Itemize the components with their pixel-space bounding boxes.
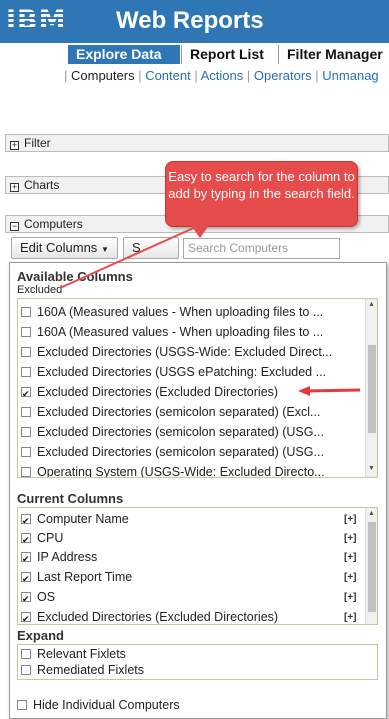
expand-heading: Expand <box>17 628 64 643</box>
checkbox[interactable] <box>21 649 31 659</box>
list-item-label: Operating System (USGS-Wide: Excluded Di… <box>37 465 325 478</box>
add-column-button[interactable]: [+] <box>344 552 357 563</box>
tab-filter-manager[interactable]: Filter Manager <box>278 45 389 64</box>
list-item[interactable]: Remediated Fixlets <box>21 661 144 679</box>
app-title: Web Reports <box>116 7 264 34</box>
expand-list[interactable]: Relevant Fixlets Remediated Fixlets <box>17 644 378 680</box>
current-columns-list[interactable]: Computer Name CPU IP Address Last Report… <box>17 507 378 625</box>
list-item-label: Excluded Directories (USGS-Wide: Exclude… <box>37 345 333 359</box>
list-item-label: Excluded Directories (USGS ePatching: Ex… <box>37 365 327 379</box>
list-item[interactable]: IP Address <box>21 548 98 568</box>
list-item-label: Excluded Directories (semicolon separate… <box>37 405 321 419</box>
list-item[interactable]: Excluded Directories (semicolon separate… <box>21 443 324 461</box>
hide-individual-computers-label: Hide Individual Computers <box>33 698 180 712</box>
checkbox-checked[interactable] <box>21 531 31 549</box>
sub-navigation: | Computers | Content | Actions | Operat… <box>64 68 379 83</box>
list-item-label: Excluded Directories (Excluded Directori… <box>37 385 279 399</box>
subnav-computers[interactable]: Computers <box>71 68 135 83</box>
list-item[interactable]: 160A (Measured values - When uploading f… <box>21 323 323 341</box>
list-item-label: Excluded Directories (Excluded Directori… <box>37 610 279 624</box>
checkbox[interactable] <box>21 347 31 357</box>
list-item[interactable]: Computer Name <box>21 510 129 530</box>
list-item[interactable]: Last Report Time <box>21 568 133 588</box>
list-item[interactable]: Excluded Directories (Excluded Directori… <box>21 383 279 403</box>
checkbox[interactable] <box>21 367 31 377</box>
checkbox[interactable] <box>21 467 31 477</box>
list-item-label: OS <box>37 590 56 604</box>
checkbox-checked[interactable] <box>21 512 31 530</box>
list-item-label: Excluded Directories (semicolon separate… <box>37 445 324 459</box>
add-column-button[interactable]: [+] <box>344 572 357 583</box>
filter-panel-header[interactable]: + Filter <box>5 134 389 152</box>
tab-report-list[interactable]: Report List <box>181 45 276 64</box>
list-item[interactable]: 160A (Measured values - When uploading f… <box>21 303 323 321</box>
list-item-label: Remediated Fixlets <box>37 663 144 677</box>
filter-panel-label: Filter <box>24 136 51 150</box>
list-item-label: Computer Name <box>37 512 129 526</box>
collapse-icon[interactable]: − <box>10 222 19 231</box>
list-item-label: IP Address <box>37 550 98 564</box>
add-column-button[interactable]: [+] <box>344 592 357 603</box>
list-item-label: Relevant Fixlets <box>37 647 126 661</box>
subnav-actions[interactable]: Actions <box>201 68 244 83</box>
available-scrollbar[interactable]: ▲ ▼ <box>365 299 377 477</box>
list-item[interactable]: Excluded Directories (USGS-Wide: Exclude… <box>21 343 332 361</box>
add-column-button[interactable]: [+] <box>344 533 357 544</box>
ibm-logo: IBM <box>6 4 86 38</box>
checkbox[interactable] <box>21 447 31 457</box>
subnav-operators[interactable]: Operators <box>254 68 312 83</box>
add-column-button[interactable]: [+] <box>344 514 357 525</box>
subnav-content[interactable]: Content <box>145 68 191 83</box>
checkbox-checked[interactable] <box>21 610 31 624</box>
checkbox[interactable] <box>21 307 31 317</box>
callout-annotation: Easy to search for the column to add by … <box>165 161 358 227</box>
list-item[interactable]: Excluded Directories (semicolon separate… <box>21 423 324 441</box>
checkbox-checked[interactable] <box>21 590 31 608</box>
scrollbar-thumb[interactable] <box>368 522 376 612</box>
checkbox[interactable] <box>21 665 31 675</box>
hide-individual-computers-option[interactable]: Hide Individual Computers <box>17 696 180 714</box>
list-item[interactable]: CPU <box>21 529 64 549</box>
app-header: IBM Web Reports <box>0 0 389 43</box>
list-item[interactable]: Excluded Directories (semicolon separate… <box>21 403 320 421</box>
scroll-up-icon[interactable]: ▲ <box>368 301 375 308</box>
checkbox-checked[interactable] <box>21 550 31 568</box>
current-scrollbar[interactable]: ▲ <box>365 508 377 624</box>
current-columns-heading: Current Columns <box>17 491 124 506</box>
scrollbar-thumb[interactable] <box>368 345 376 433</box>
subnav-unmanaged[interactable]: Unmanag <box>322 68 378 83</box>
checkbox-checked[interactable] <box>21 385 31 403</box>
list-item[interactable]: Operating System (USGS-Wide: Excluded Di… <box>21 463 325 478</box>
callout-pointer-line <box>59 225 199 289</box>
scroll-down-icon[interactable]: ▼ <box>368 465 375 472</box>
list-item[interactable]: Excluded Directories (USGS ePatching: Ex… <box>21 363 326 381</box>
list-item[interactable]: Excluded Directories (Excluded Directori… <box>21 608 279 624</box>
checkbox[interactable] <box>21 327 31 337</box>
list-item-label: 160A (Measured values - When uploading f… <box>37 305 324 319</box>
list-item-label: Last Report Time <box>37 570 133 584</box>
charts-panel-label: Charts <box>24 178 60 192</box>
tab-explore-data[interactable]: Explore Data <box>68 45 180 64</box>
list-item-label: CPU <box>37 531 64 545</box>
list-item-label: Excluded Directories (semicolon separate… <box>37 425 324 439</box>
checkbox[interactable] <box>21 407 31 417</box>
scroll-up-icon[interactable]: ▲ <box>368 510 375 517</box>
checkbox[interactable] <box>21 427 31 437</box>
expand-icon[interactable]: + <box>10 141 19 150</box>
checkbox[interactable] <box>17 700 27 710</box>
red-arrow-icon <box>298 386 360 396</box>
checkbox-checked[interactable] <box>21 570 31 588</box>
list-item-label: 160A (Measured values - When uploading f… <box>37 325 324 339</box>
expand-icon[interactable]: + <box>10 183 19 192</box>
list-item[interactable]: OS <box>21 588 56 608</box>
add-column-button[interactable]: [+] <box>344 612 357 623</box>
